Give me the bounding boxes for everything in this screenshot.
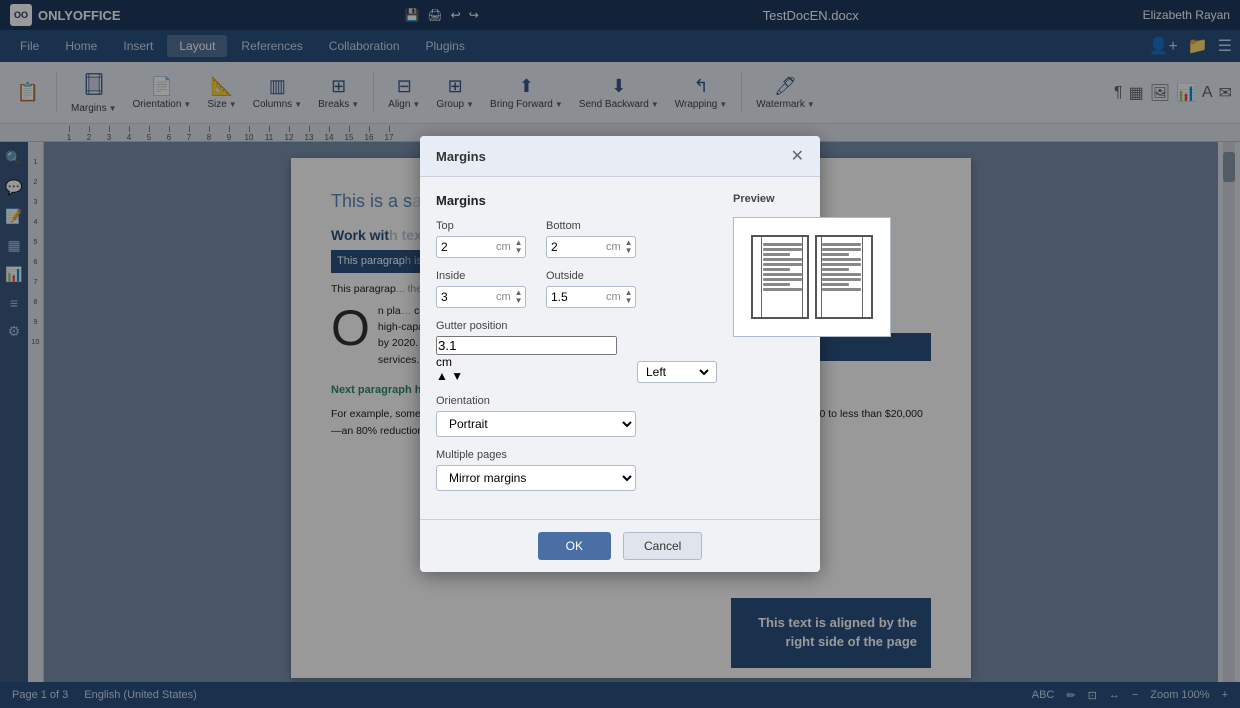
multiple-pages-select[interactable]: Mirror margins Normal Book fold (436, 465, 636, 491)
outside-input[interactable] (551, 290, 606, 304)
gutter-spinners[interactable]: ▲ ▼ (436, 369, 617, 383)
gutter-unit: cm (436, 355, 452, 369)
inside-unit: cm (496, 291, 511, 303)
preview-line-5 (763, 263, 802, 266)
top-label: Top (436, 220, 526, 232)
preview-line-6 (763, 268, 790, 271)
orientation-field: Orientation Portrait Landscape (436, 395, 717, 437)
inside-field: Inside cm ▲ ▼ (436, 270, 526, 308)
gutter-pos-select[interactable]: Left Top (642, 364, 712, 380)
top-input[interactable] (441, 240, 496, 254)
ok-button[interactable]: OK (538, 532, 611, 560)
outside-input-group[interactable]: cm ▲ ▼ (546, 286, 636, 308)
bottom-input[interactable] (551, 240, 606, 254)
outside-label: Outside (546, 270, 636, 282)
preview-line-r5 (822, 263, 861, 266)
gutter-field: Gutter position cm ▲ ▼ (436, 320, 617, 383)
dialog-title: Margins (436, 149, 486, 164)
multiple-pages-field: Multiple pages Mirror margins Normal Boo… (436, 449, 717, 491)
preview-margin-left-right-page (821, 237, 822, 317)
inside-outside-row: Inside cm ▲ ▼ Outside (436, 270, 717, 308)
preview-line-r1 (822, 243, 861, 246)
preview-line-r2 (822, 248, 861, 251)
preview-label: Preview (733, 193, 891, 205)
top-input-group[interactable]: cm ▲ ▼ (436, 236, 526, 258)
preview-page-right (815, 235, 873, 319)
preview-line-r6 (822, 268, 849, 271)
dialog-header: Margins ✕ (420, 136, 820, 177)
preview-margin-right-right-page (862, 237, 863, 317)
outside-field: Outside cm ▲ ▼ (546, 270, 636, 308)
gutter-spin-up[interactable]: ▲ (436, 369, 448, 383)
preview-line-1 (763, 243, 802, 246)
dialog-footer: OK Cancel (420, 519, 820, 572)
preview-line-r10 (822, 288, 861, 291)
bottom-spin-down[interactable]: ▼ (625, 247, 633, 255)
preview-box (733, 217, 891, 337)
cancel-button[interactable]: Cancel (623, 532, 702, 560)
inside-input[interactable] (441, 290, 496, 304)
margins-section-title: Margins (436, 193, 717, 208)
inside-spin-down[interactable]: ▼ (515, 297, 523, 305)
top-spin-down[interactable]: ▼ (515, 247, 523, 255)
bottom-label: Bottom (546, 220, 636, 232)
preview-margin-left (761, 237, 762, 317)
preview-line-2 (763, 248, 802, 251)
dialog-top: Margins Top cm ▲ ▼ (436, 193, 804, 503)
top-spinners[interactable]: ▲ ▼ (515, 239, 523, 255)
preview-line-r4 (822, 258, 861, 261)
gutter-spin-down[interactable]: ▼ (451, 369, 463, 383)
preview-line-r7 (822, 273, 861, 276)
preview-line-r8 (822, 278, 861, 281)
bottom-field: Bottom cm ▲ ▼ (546, 220, 636, 258)
preview-line-4 (763, 258, 802, 261)
preview-line-r3 (822, 253, 849, 256)
margins-dialog: Margins ✕ Margins Top cm (420, 136, 820, 572)
top-unit: cm (496, 241, 511, 253)
gutter-pos-field: Left Top (637, 361, 717, 383)
top-bottom-row: Top cm ▲ ▼ Bottom (436, 220, 717, 258)
orientation-select[interactable]: Portrait Landscape (436, 411, 636, 437)
preview-page-left (751, 235, 809, 319)
bottom-input-group[interactable]: cm ▲ ▼ (546, 236, 636, 258)
dialog-right: Preview (733, 193, 891, 503)
preview-line-7 (763, 273, 802, 276)
preview-pages (751, 235, 873, 319)
preview-line-8 (763, 278, 802, 281)
gutter-label: Gutter position (436, 320, 617, 332)
dialog-close-button[interactable]: ✕ (791, 146, 804, 166)
top-field: Top cm ▲ ▼ (436, 220, 526, 258)
gutter-pos-group[interactable]: Left Top (637, 361, 717, 383)
gutter-row: Gutter position cm ▲ ▼ (436, 320, 717, 383)
bottom-spinners[interactable]: ▲ ▼ (625, 239, 633, 255)
preview-line-r9 (822, 283, 849, 286)
outside-spinners[interactable]: ▲ ▼ (625, 289, 633, 305)
preview-line-10 (763, 288, 802, 291)
inside-label: Inside (436, 270, 526, 282)
modal-overlay: Margins ✕ Margins Top cm (0, 0, 1240, 708)
dialog-body: Margins Top cm ▲ ▼ (420, 177, 820, 519)
outside-unit: cm (606, 291, 621, 303)
inside-spinners[interactable]: ▲ ▼ (515, 289, 523, 305)
outside-spin-down[interactable]: ▼ (625, 297, 633, 305)
preview-line-9 (763, 283, 790, 286)
inside-input-group[interactable]: cm ▲ ▼ (436, 286, 526, 308)
preview-margin-right-left-page (802, 237, 803, 317)
gutter-input-group[interactable]: cm ▲ ▼ (436, 336, 617, 383)
preview-line-3 (763, 253, 790, 256)
gutter-input[interactable] (436, 336, 617, 355)
bottom-unit: cm (606, 241, 621, 253)
orientation-label: Orientation (436, 395, 717, 407)
multiple-pages-label: Multiple pages (436, 449, 717, 461)
dialog-left: Margins Top cm ▲ ▼ (436, 193, 717, 503)
